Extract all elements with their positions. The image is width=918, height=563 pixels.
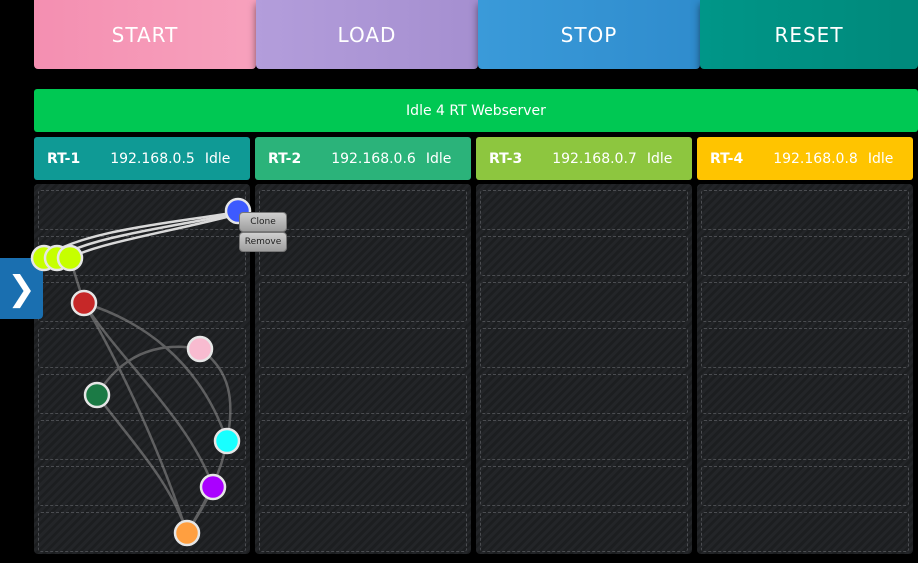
node-pink[interactable] (186, 335, 214, 363)
node-red[interactable] (70, 289, 98, 317)
remove-menu-item[interactable]: Remove (239, 232, 287, 252)
node-orange[interactable] (173, 519, 201, 547)
context-menu: Clone Remove (239, 212, 287, 252)
graph-nodes (30, 197, 252, 547)
edge (83, 301, 229, 442)
graph-overlay (30, 197, 252, 547)
node-purple[interactable] (199, 473, 227, 501)
node-lime-3[interactable] (56, 244, 84, 272)
node-cyan[interactable] (213, 427, 241, 455)
node-green[interactable] (83, 381, 111, 409)
clone-menu-item[interactable]: Clone (239, 212, 287, 232)
